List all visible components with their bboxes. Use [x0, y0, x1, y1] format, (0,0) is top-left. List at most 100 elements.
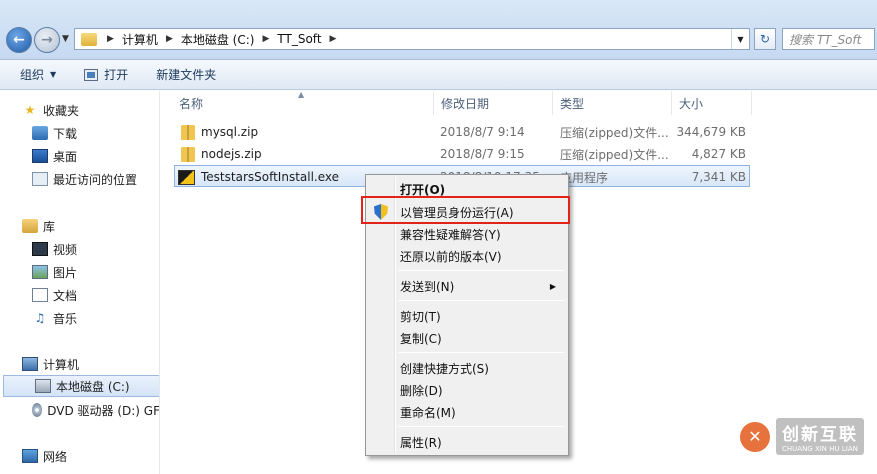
sidebar-item-documents[interactable]: 文档 — [0, 284, 159, 306]
watermark-text-box: 创新互联 CHUANG XIN HU LIAN — [776, 418, 864, 455]
menu-separator — [398, 300, 564, 301]
organize-label: 组织 — [20, 68, 45, 82]
sidebar-item-label: 视频 — [53, 242, 78, 257]
menu-item-compatibility[interactable]: 兼容性疑难解答(Y) — [368, 223, 566, 245]
sidebar-item-label: 网络 — [43, 449, 68, 464]
sidebar-item-label: DVD 驱动器 (D:) GF — [47, 403, 160, 418]
library-icon — [22, 219, 38, 233]
column-header-size[interactable]: 大小 — [672, 91, 752, 115]
sidebar-item-desktop[interactable]: 桌面 — [0, 145, 159, 167]
chevron-right-icon[interactable]: ▶ — [162, 34, 177, 44]
menu-item-create-shortcut[interactable]: 创建快捷方式(S) — [368, 357, 566, 379]
organize-button[interactable]: 组织 ▼ — [0, 60, 66, 89]
open-button[interactable]: 打开 — [66, 60, 138, 89]
file-size: 344,679 KB — [676, 125, 746, 139]
watermark: ✕ 创新互联 CHUANG XIN HU LIAN — [740, 418, 864, 455]
column-header-name[interactable]: 名称 — [172, 91, 434, 115]
sidebar-item-label: 文档 — [53, 288, 78, 303]
folder-icon — [81, 32, 97, 46]
picture-icon — [32, 265, 48, 279]
new-folder-label: 新建文件夹 — [156, 68, 217, 82]
chevron-right-icon[interactable]: ▶ — [326, 34, 341, 44]
crumb-tt-soft[interactable]: TT_Soft — [273, 29, 325, 49]
file-type: 压缩(zipped)文件... — [560, 125, 669, 140]
music-note-icon: ♫ — [34, 311, 46, 325]
menu-separator — [398, 426, 564, 427]
sidebar-item-dvd[interactable]: DVD 驱动器 (D:) GF — [0, 399, 160, 421]
file-size: 4,827 KB — [691, 147, 746, 161]
file-name: nodejs.zip — [201, 147, 262, 161]
address-history-dropdown[interactable]: ▼ — [731, 29, 749, 49]
recent-pages-dropdown[interactable]: ▼ — [62, 34, 69, 44]
menu-item-send-to[interactable]: 发送到(N) ▶ — [368, 275, 566, 297]
file-row-mysql[interactable]: mysql.zip 2018/8/7 9:14 压缩(zipped)文件... … — [174, 121, 750, 143]
navigation-pane: ★ 收藏夹 下载 桌面 最近访问的位置 库 视频 图片 文档 ♫ 音乐 计算机 … — [0, 91, 160, 474]
hard-drive-icon — [35, 379, 51, 393]
dvd-drive-icon — [32, 403, 43, 417]
file-name-cell: mysql.zip — [181, 121, 436, 143]
zip-folder-icon — [181, 124, 195, 140]
file-type: 压缩(zipped)文件... — [560, 147, 669, 162]
arrow-right-icon: → — [41, 32, 53, 48]
menu-item-rename[interactable]: 重命名(M) — [368, 401, 566, 423]
file-date: 2018/8/7 9:14 — [440, 125, 525, 139]
watermark-subtext: CHUANG XIN HU LIAN — [782, 445, 858, 453]
sidebar-item-label: 最近访问的位置 — [53, 172, 138, 187]
sidebar-item-music[interactable]: ♫ 音乐 — [0, 307, 159, 329]
sidebar-item-label: 图片 — [53, 265, 78, 280]
sidebar-item-label: 收藏夹 — [43, 103, 80, 118]
sidebar-item-label: 桌面 — [53, 149, 78, 164]
sidebar-item-label: 下载 — [53, 126, 78, 141]
file-name-cell: nodejs.zip — [181, 143, 436, 165]
menu-item-delete[interactable]: 删除(D) — [368, 379, 566, 401]
watermark-text: 创新互联 — [782, 425, 858, 445]
video-icon — [32, 242, 48, 256]
menu-item-cut[interactable]: 剪切(T) — [368, 305, 566, 327]
command-bar: 组织 ▼ 打开 新建文件夹 — [0, 60, 877, 90]
chevron-right-icon[interactable]: ▶ — [103, 34, 118, 44]
back-button[interactable]: ← — [6, 27, 32, 53]
column-header-date[interactable]: 修改日期 — [434, 91, 553, 115]
menu-separator — [398, 352, 564, 353]
zip-folder-icon — [181, 146, 195, 162]
chevron-down-icon: ▼ — [737, 34, 744, 44]
file-size: 7,341 KB — [691, 170, 746, 184]
sidebar-item-libraries[interactable]: 库 — [0, 215, 159, 237]
sidebar-item-computer[interactable]: 计算机 — [0, 353, 159, 375]
menu-item-restore-versions[interactable]: 还原以前的版本(V) — [368, 245, 566, 267]
sidebar-item-videos[interactable]: 视频 — [0, 238, 159, 260]
open-label: 打开 — [104, 68, 129, 82]
file-date: 2018/8/7 9:15 — [440, 147, 525, 161]
file-row-nodejs[interactable]: nodejs.zip 2018/8/7 9:15 压缩(zipped)文件...… — [174, 143, 750, 165]
sidebar-item-label: 计算机 — [43, 357, 80, 372]
new-folder-button[interactable]: 新建文件夹 — [138, 60, 226, 89]
forward-button[interactable]: → — [34, 27, 60, 53]
chevron-down-icon: ▼ — [50, 70, 57, 79]
downloads-folder-icon — [32, 126, 48, 140]
sidebar-item-label: 库 — [43, 219, 56, 234]
file-type: 应用程序 — [560, 170, 609, 185]
search-input[interactable]: 搜索 TT_Soft — [782, 28, 875, 50]
sidebar-item-favorites[interactable]: ★ 收藏夹 — [0, 99, 159, 121]
address-bar: ← → ▼ ▶ 计算机 ▶ 本地磁盘 (C:) ▶ TT_Soft ▶ ▼ ↻ … — [0, 0, 877, 60]
sidebar-item-recent[interactable]: 最近访问的位置 — [0, 168, 159, 190]
menu-item-copy[interactable]: 复制(C) — [368, 327, 566, 349]
computer-icon — [22, 357, 38, 371]
sidebar-item-downloads[interactable]: 下载 — [0, 122, 159, 144]
crumb-computer[interactable]: 计算机 — [118, 29, 162, 49]
sidebar-item-network[interactable]: 网络 — [0, 445, 159, 467]
open-icon — [84, 68, 99, 81]
refresh-button[interactable]: ↻ — [754, 28, 776, 50]
document-icon — [32, 288, 48, 302]
menu-item-label: 发送到(N) — [400, 279, 455, 294]
recent-places-icon — [32, 172, 48, 186]
sidebar-item-label: 音乐 — [53, 311, 78, 326]
breadcrumb[interactable]: ▶ 计算机 ▶ 本地磁盘 (C:) ▶ TT_Soft ▶ ▼ — [74, 28, 750, 50]
column-header-type[interactable]: 类型 — [553, 91, 672, 115]
desktop-icon — [32, 149, 48, 163]
chevron-right-icon[interactable]: ▶ — [258, 34, 273, 44]
crumb-local-disk[interactable]: 本地磁盘 (C:) — [177, 29, 259, 49]
menu-item-properties[interactable]: 属性(R) — [368, 431, 566, 453]
sidebar-item-pictures[interactable]: 图片 — [0, 261, 159, 283]
sidebar-item-local-disk[interactable]: 本地磁盘 (C:) — [3, 375, 159, 397]
